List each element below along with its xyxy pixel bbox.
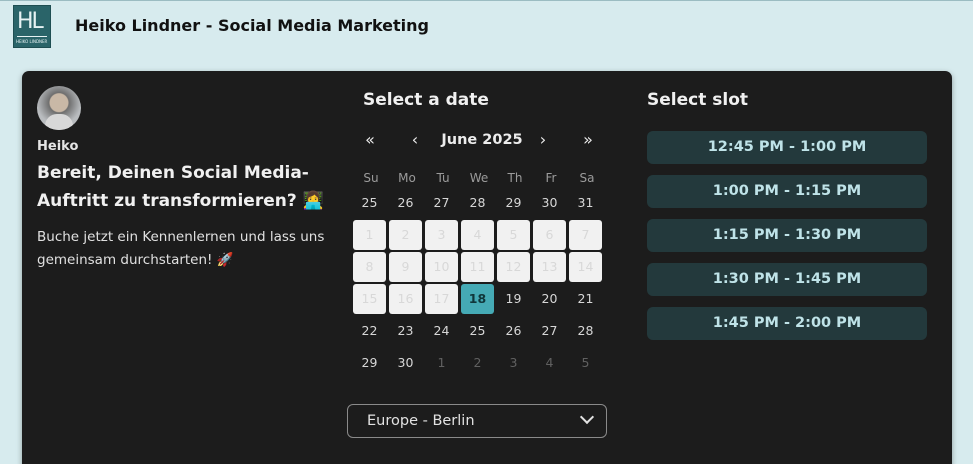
calendar-day[interactable]: 31 <box>569 188 602 218</box>
calendar-day[interactable]: 24 <box>425 316 458 346</box>
calendar-day: 11 <box>461 252 494 282</box>
calendar-day: 2 <box>389 220 422 250</box>
time-slot-button[interactable]: 12:45 PM - 1:00 PM <box>647 131 927 164</box>
calendar-day[interactable]: 25 <box>353 188 386 218</box>
calendar-day: 4 <box>545 355 554 370</box>
calendar-week: 15 16 17 18 19 20 21 <box>353 284 605 316</box>
next-year-button[interactable]: » <box>577 129 599 151</box>
calendar-day: 1 <box>353 220 386 250</box>
weekday-label: Mo <box>398 171 416 185</box>
event-title: Bereit, Deinen Social Media-Auftritt zu … <box>37 163 324 211</box>
weekday-label: We <box>469 171 489 185</box>
calendar-day[interactable]: 27 <box>425 188 458 218</box>
prev-month-button[interactable]: ‹ <box>404 129 426 151</box>
calendar-day: 12 <box>497 252 530 282</box>
brand-logo[interactable]: HL HEIKO LINDNER <box>13 5 51 48</box>
calendar-day: 8 <box>353 252 386 282</box>
weekday-header: Su Mo Tu We Th Fr Sa <box>353 168 605 188</box>
month-label: June 2025 <box>441 132 523 148</box>
calendar-day[interactable]: 25 <box>461 316 494 346</box>
logo-subtitle: HEIKO LINDNER <box>16 39 48 44</box>
calendar-weeks: 25 26 27 28 29 30 31 1 2 3 4 5 6 7 8 9 10 11 12 13 14 15 16 17 1… <box>353 188 605 380</box>
calendar-day[interactable]: 30 <box>533 188 566 218</box>
calendar-day[interactable]: 19 <box>497 284 530 314</box>
calendar-day: 10 <box>425 252 458 282</box>
time-slot-button[interactable]: 1:30 PM - 1:45 PM <box>647 263 927 296</box>
logo-divider <box>17 36 47 37</box>
slot-list: 12:45 PM - 1:00 PM 1:00 PM - 1:15 PM 1:15 … <box>647 131 927 351</box>
calendar-day: 9 <box>389 252 422 282</box>
time-slot-button[interactable]: 1:15 PM - 1:30 PM <box>647 219 927 252</box>
calendar-day[interactable]: 22 <box>353 316 386 346</box>
calendar-day: 3 <box>509 355 518 370</box>
calendar-day: 5 <box>497 220 530 250</box>
calendar-day: 2 <box>473 355 482 370</box>
calendar-day: 6 <box>533 220 566 250</box>
event-description: Buche jetzt ein Kennenlernen und lass un… <box>37 229 325 268</box>
calendar-week: 1234567 <box>353 220 605 252</box>
calendar-day: 1 <box>437 355 446 370</box>
weekday-label: Sa <box>579 171 595 185</box>
top-header: HL HEIKO LINDNER Heiko Lindner - Social … <box>0 0 973 52</box>
calendar-week: 22 23 24 25 26 27 28 <box>353 316 605 348</box>
time-slot-button[interactable]: 1:45 PM - 2:00 PM <box>647 307 927 340</box>
timezone-select[interactable]: Europe - Berlin <box>347 404 607 438</box>
calendar-week: 29 30 1 2 3 4 5 <box>353 348 605 380</box>
calendar-day[interactable]: 23 <box>389 316 422 346</box>
time-slot-button[interactable]: 1:00 PM - 1:15 PM <box>647 175 927 208</box>
calendar-day[interactable]: 26 <box>389 188 422 218</box>
calendar-day: 15 <box>353 284 386 314</box>
host-name: Heiko <box>37 139 79 154</box>
calendar-day[interactable]: 27 <box>533 316 566 346</box>
weekday-label: Th <box>507 171 523 185</box>
booking-panel: Heiko Bereit, Deinen Social Media-Auftri… <box>22 71 952 464</box>
calendar-day[interactable]: 21 <box>569 284 602 314</box>
chevron-down-icon <box>579 409 595 425</box>
calendar-day: 17 <box>425 284 458 314</box>
calendar-week: 8 9 10 11 12 13 14 <box>353 252 605 284</box>
slots-heading: Select slot <box>647 90 749 110</box>
next-month-button[interactable]: › <box>532 129 554 151</box>
calendar-day[interactable]: 29 <box>353 348 386 378</box>
calendar-day[interactable]: 20 <box>533 284 566 314</box>
calendar-day[interactable]: 28 <box>569 316 602 346</box>
brand-name: Heiko Lindner - Social Media Marketing <box>75 16 429 35</box>
calendar-day[interactable]: 26 <box>497 316 530 346</box>
calendar-day[interactable]: 30 <box>389 348 422 378</box>
calendar-day: 16 <box>389 284 422 314</box>
calendar-day: 3 <box>425 220 458 250</box>
calendar-week: 25 26 27 28 29 30 31 <box>353 188 605 220</box>
calendar-day: 5 <box>581 355 590 370</box>
calendar-heading: Select a date <box>363 90 489 110</box>
weekday-label: Fr <box>545 171 557 185</box>
weekday-label: Su <box>363 171 379 185</box>
calendar-grid: Su Mo Tu We Th Fr Sa 25 26 27 28 29 30 31 1 2 3 4 5 6 7 8 9 10… <box>353 168 605 380</box>
prev-year-button[interactable]: « <box>359 129 381 151</box>
calendar-day: 14 <box>569 252 602 282</box>
calendar-day[interactable]: 28 <box>461 188 494 218</box>
weekday-label: Tu <box>436 171 450 185</box>
logo-letters: HL <box>17 9 44 34</box>
calendar-day[interactable]: 29 <box>497 188 530 218</box>
calendar-day: 7 <box>569 220 602 250</box>
calendar-day: 4 <box>461 220 494 250</box>
calendar-day: 13 <box>533 252 566 282</box>
timezone-value: Europe - Berlin <box>367 413 475 429</box>
host-avatar <box>37 86 81 130</box>
calendar-day-selected[interactable]: 18 <box>461 284 494 314</box>
